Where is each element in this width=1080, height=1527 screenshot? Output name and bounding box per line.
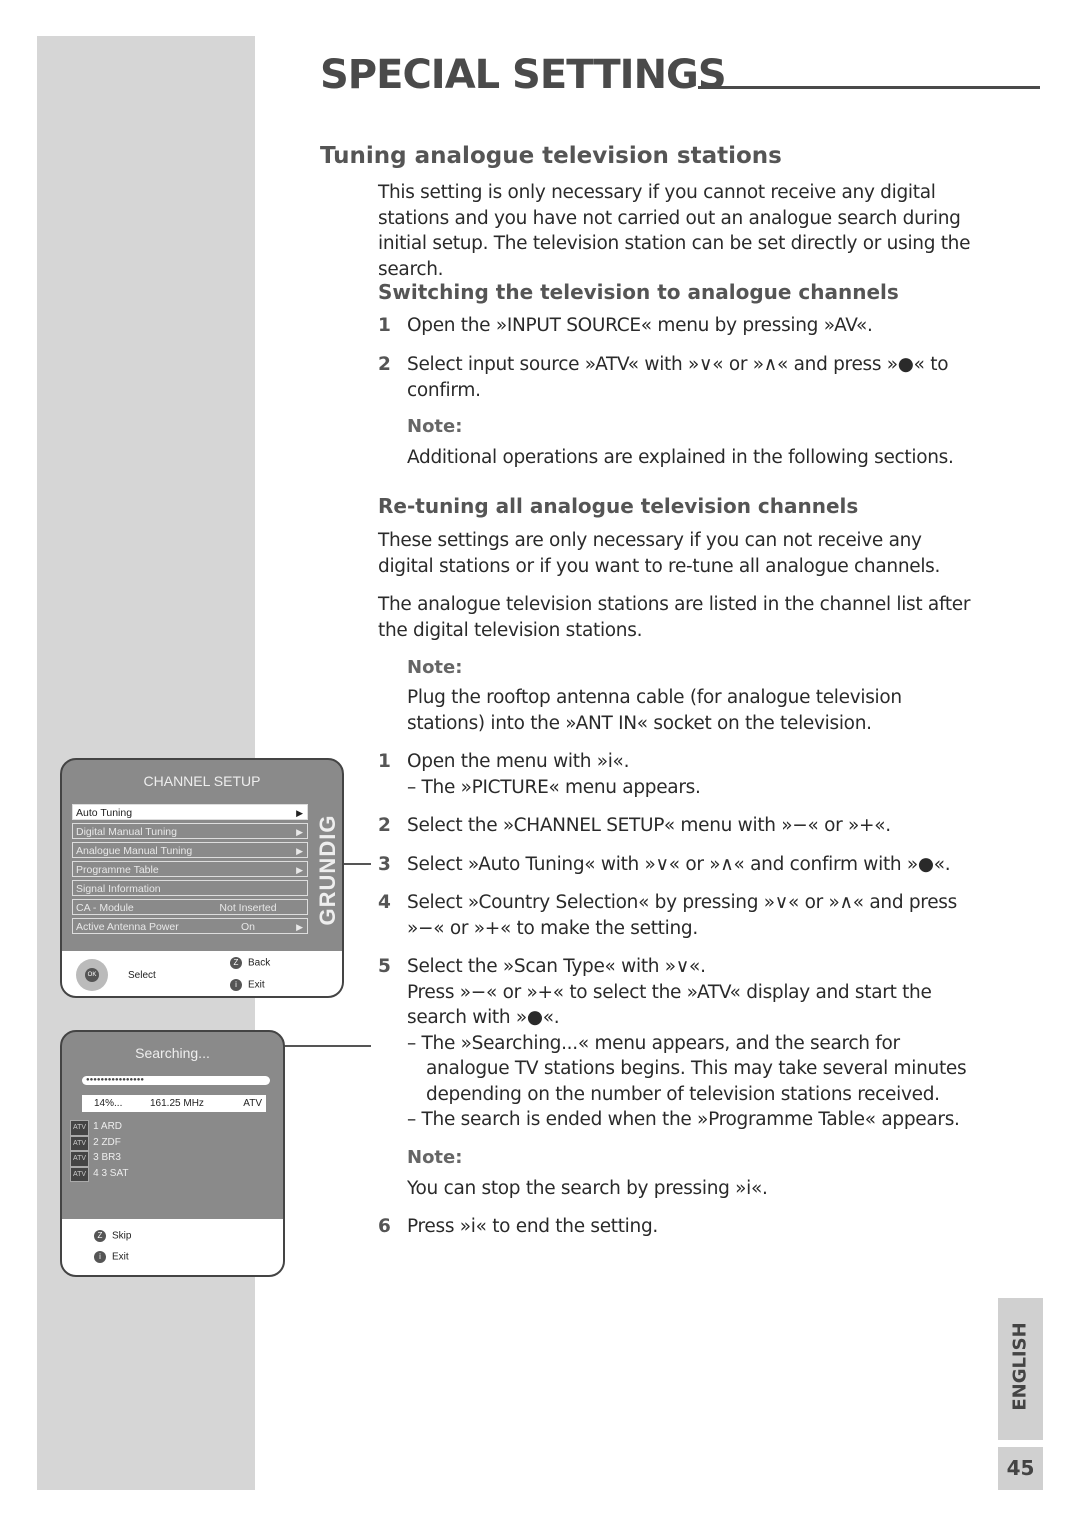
subsection-title: Switching the television to analogue cha…	[378, 280, 899, 304]
step: 1 Open the menu with »i«. – The »PICTURE« …	[378, 751, 701, 798]
menu-item-digital-manual-tuning[interactable]: Digital Manual Tuning ▶	[72, 823, 308, 839]
intro-paragraph: This setting is only necessary if you ca…	[378, 182, 971, 280]
exit-hint: i Exit	[230, 979, 265, 991]
paragraph: These settings are only necessary if you…	[378, 530, 941, 577]
select-hint: Select	[128, 970, 156, 981]
menu-item-programme-table[interactable]: Programme Table ▶	[72, 861, 308, 877]
list-item: ATV 3 BR3	[70, 1151, 129, 1167]
note-text: Plug the rooftop antenna cable (for anal…	[407, 687, 902, 734]
menu-item-analogue-manual-tuning[interactable]: Analogue Manual Tuning ▶	[72, 842, 308, 858]
menu-item-signal-information[interactable]: Signal Information	[72, 880, 308, 896]
page-number: 45	[998, 1447, 1043, 1490]
note-label: Note:	[407, 657, 463, 678]
note-text: Additional operations are explained in t…	[407, 447, 954, 468]
step: 3 Select »Auto Tuning« with »∨« or »∧« an…	[378, 854, 951, 875]
callout-line	[283, 1045, 371, 1047]
channel-setup-menu: CHANNEL SETUP Auto Tuning ▶ Digital Manua…	[60, 758, 344, 998]
grundig-logo: GRUNDIG	[315, 814, 340, 926]
subsection-title: Re-tuning all analogue television channe…	[378, 494, 859, 518]
menu-footer: OK Select Z Back i Exit	[62, 951, 342, 996]
menu-item-active-antenna-power[interactable]: Active Antenna Power On ▶	[72, 918, 308, 934]
title-rule	[698, 86, 1040, 89]
paragraph: The analogue television stations are lis…	[378, 594, 971, 641]
menu-item-auto-tuning[interactable]: Auto Tuning ▶	[72, 804, 308, 820]
progress-bar: ●●●●●●●●●●●●●●●●	[82, 1076, 270, 1085]
menu-item-ca-module[interactable]: CA - Module Not Inserted	[72, 899, 308, 915]
note-label: Note:	[407, 1147, 463, 1168]
section-title: Tuning analogue television stations	[320, 143, 782, 169]
back-hint: Z Back	[230, 957, 270, 969]
search-status: 14%... 161.25 MHz ATV	[82, 1095, 266, 1112]
list-item: ATV 1 ARD	[70, 1120, 129, 1136]
skip-hint: Z Skip	[94, 1230, 131, 1242]
note-label: Note:	[407, 416, 463, 437]
navigation-pad-icon: OK	[76, 959, 108, 991]
step: 5 Select the »Scan Type« with »∨«. Press »…	[378, 956, 967, 1130]
callout-line	[343, 863, 371, 865]
exit-hint: i Exit	[94, 1251, 129, 1263]
note-text: You can stop the search by pressing »i«.	[407, 1178, 768, 1199]
station-list: ATV 1 ARD ATV 2 ZDF ATV 3 BR3 ATV 4 3 SAT	[70, 1120, 129, 1182]
manual-page: SPECIAL SETTINGS Tuning analogue televis…	[0, 0, 1080, 1527]
language-tab: ENGLISH	[998, 1298, 1043, 1440]
step: 4 Select »Country Selection« by pressing …	[378, 892, 957, 939]
step: 1 Open the »INPUT SOURCE« menu by pressin…	[378, 315, 873, 336]
page-title: SPECIAL SETTINGS	[320, 52, 727, 98]
step: 2 Select input source »ATV« with »∨« or »…	[378, 354, 949, 401]
list-item: ATV 2 ZDF	[70, 1135, 129, 1151]
menu-title: CHANNEL SETUP	[143, 773, 261, 789]
searching-menu: Searching... ●●●●●●●●●●●●●●●● 14%... 161.…	[60, 1030, 285, 1277]
step: 2 Select the »CHANNEL SETUP« menu with »−…	[378, 815, 891, 836]
step: 6 Press »i« to end the setting.	[378, 1216, 658, 1237]
list-item: ATV 4 3 SAT	[70, 1166, 129, 1182]
menu-footer: Z Skip i Exit	[62, 1219, 283, 1275]
menu-title: Searching...	[135, 1045, 210, 1061]
